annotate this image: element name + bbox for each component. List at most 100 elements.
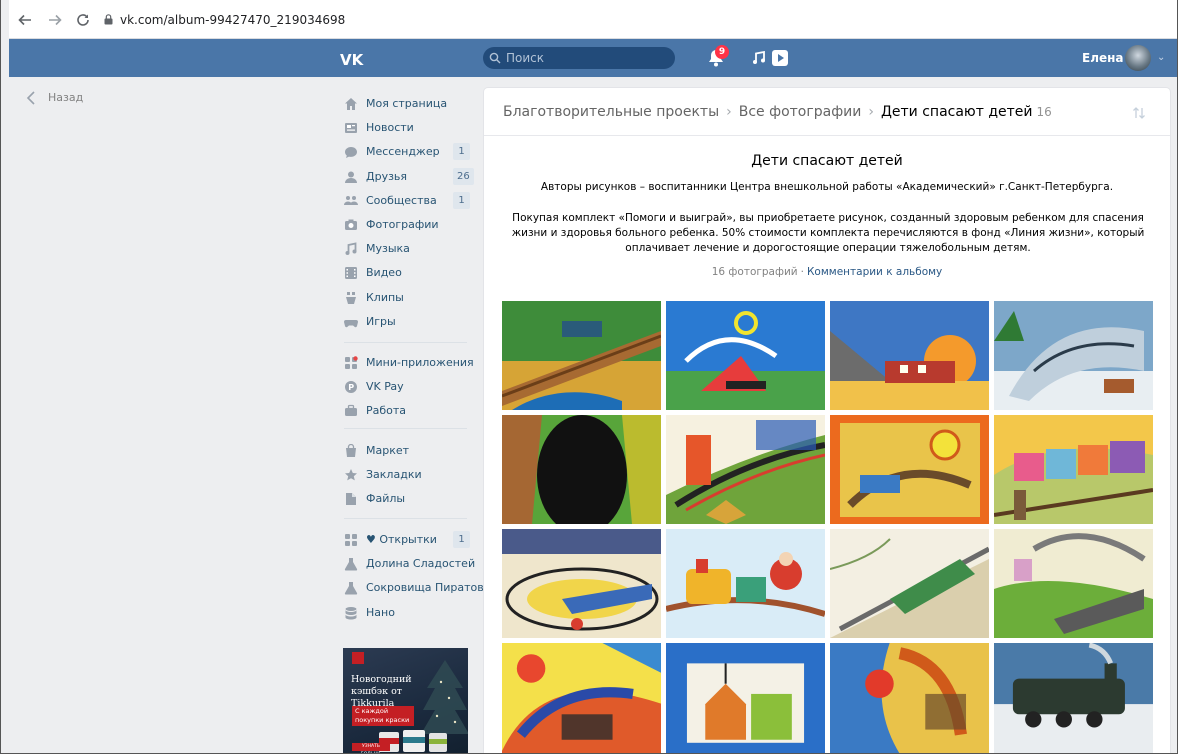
photo-thumbnail[interactable] — [666, 643, 825, 754]
ad-tag: С каждой покупки краски — [352, 706, 414, 726]
sidebar-item-camera-5[interactable]: Фотографии — [344, 215, 474, 235]
counter-badge: 1 — [453, 531, 470, 548]
photo-thumbnail[interactable] — [666, 529, 825, 638]
lock-icon — [104, 14, 113, 25]
menu-divider — [344, 518, 467, 519]
ad-banner[interactable]: Новогодний кэшбэк от Tikkurila С каждой … — [343, 648, 468, 754]
sidebar-item-work-2[interactable]: Работа — [344, 401, 474, 421]
sidebar-item-label: VK Pay — [366, 380, 404, 393]
database-icon — [344, 606, 358, 620]
svg-text:VK: VK — [340, 52, 365, 66]
back-link[interactable]: Назад — [48, 91, 83, 104]
photo-thumbnail[interactable] — [830, 643, 989, 754]
user-name[interactable]: Елена — [1082, 51, 1124, 65]
apps-icon — [344, 533, 358, 547]
sidebar-item-video-7[interactable]: Видео — [344, 263, 474, 283]
messenger-icon — [344, 145, 358, 159]
clips-icon — [344, 291, 358, 305]
photo-thumbnail[interactable] — [994, 301, 1153, 410]
reload-icon[interactable] — [76, 13, 90, 27]
sidebar-item-music-6[interactable]: Музыка — [344, 239, 474, 259]
sidebar-item-label: Мессенджер — [366, 145, 440, 158]
chevron-right-icon: › — [868, 104, 874, 120]
market-icon — [344, 443, 358, 458]
sidebar-item-label: Сообщества — [366, 194, 437, 207]
ad-button[interactable]: УЗНАТЬ БОЛЬШЕ — [352, 743, 390, 754]
sidebar-item-games-9[interactable]: Игры — [344, 312, 474, 332]
play-icon[interactable] — [771, 49, 789, 67]
photo-thumbnail[interactable] — [502, 415, 661, 524]
tikkurila-logo — [352, 652, 364, 664]
music-icon — [344, 242, 358, 256]
sidebar-item-news-1[interactable]: Новости — [344, 118, 474, 138]
camera-icon — [344, 218, 358, 232]
chevron-down-icon[interactable]: ⌄ — [1157, 52, 1165, 63]
sidebar-item-label: Сокровища Пиратов — [366, 581, 484, 594]
photo-thumbnail[interactable] — [994, 529, 1153, 638]
meta-separator: · — [800, 266, 804, 278]
file-icon — [344, 492, 358, 506]
sidebar-item-clips-8[interactable]: Клипы — [344, 288, 474, 308]
sidebar-item-label: Долина Сладостей — [366, 557, 476, 570]
counter-badge: 1 — [453, 143, 470, 160]
sidebar-item-file-2[interactable]: Файлы — [344, 489, 474, 509]
sidebar-item-apps-0[interactable]: Мини-приложения — [344, 353, 474, 373]
comments-link[interactable]: Комментарии к альбому — [807, 266, 942, 278]
address-bar[interactable]: vk.com/album-99427470_219034698 — [120, 13, 345, 27]
sidebar-item-friends-3[interactable]: Друзья 26 — [344, 167, 474, 187]
work-icon — [344, 404, 358, 418]
home-icon — [344, 97, 358, 111]
sidebar-item-label: Фотографии — [366, 218, 439, 231]
search-icon — [489, 52, 501, 64]
sidebar-item-messenger-2[interactable]: Мессенджер 1 — [344, 142, 474, 162]
sidebar-item-label: Моя страница — [366, 97, 448, 110]
sidebar-item-flask-2[interactable]: Сокровища Пиратов — [344, 578, 484, 598]
flask-icon — [344, 557, 358, 571]
avatar[interactable] — [1125, 45, 1151, 71]
photo-thumbnail[interactable] — [830, 301, 989, 410]
news-icon — [344, 121, 358, 135]
photo-thumbnail[interactable] — [994, 643, 1153, 754]
apps-icon — [344, 356, 358, 370]
sidebar-item-label: Новости — [366, 121, 414, 134]
sidebar-item-label: Музыка — [366, 242, 410, 255]
sort-icon[interactable] — [1132, 106, 1146, 120]
breadcrumb-count: 16 — [1036, 105, 1052, 119]
photo-thumbnail[interactable] — [666, 301, 825, 410]
photo-thumbnail[interactable] — [994, 415, 1153, 524]
music-icon[interactable] — [752, 50, 766, 65]
arrow-right-icon[interactable] — [48, 13, 62, 27]
sidebar-item-label: Видео — [366, 266, 402, 279]
photo-thumbnail[interactable] — [502, 301, 661, 410]
notification-badge: 9 — [715, 45, 729, 59]
album-description: Покупая комплект «Помоги и выиграй», вы … — [511, 212, 1145, 254]
sidebar-item-star-1[interactable]: Закладки — [344, 465, 474, 485]
photo-thumbnail[interactable] — [502, 529, 661, 638]
photo-thumbnail[interactable] — [502, 643, 661, 754]
sidebar-item-communities-4[interactable]: Сообщества 1 — [344, 191, 474, 211]
sidebar-item-database-3[interactable]: Нано — [344, 603, 474, 623]
photo-thumbnail[interactable] — [830, 529, 989, 638]
sidebar-item-home-0[interactable]: Моя страница — [344, 94, 474, 114]
album-subtitle: Авторы рисунков – воспитанники Центра вн… — [540, 181, 1114, 193]
album-meta: 16 фотографий · Комментарии к альбому — [484, 266, 1170, 278]
arrow-left-icon[interactable] — [18, 13, 32, 27]
divider — [484, 135, 1170, 136]
breadcrumb-projects[interactable]: Благотворительные проекты — [503, 104, 719, 120]
sidebar-item-label: Файлы — [366, 492, 406, 505]
ad-title: Новогодний кэшбэк от Tikkurila — [351, 674, 412, 709]
photo-thumbnail[interactable] — [666, 415, 825, 524]
breadcrumb-all-photos[interactable]: Все фотографии — [739, 104, 862, 120]
vkpay-icon: P — [344, 380, 358, 394]
sidebar-item-vkpay-1[interactable]: P VK Pay — [344, 377, 474, 397]
sidebar-item-market-0[interactable]: Маркет — [344, 441, 474, 461]
photo-thumbnail[interactable] — [830, 415, 989, 524]
vk-logo[interactable]: VK — [340, 51, 372, 69]
counter-badge: 1 — [453, 192, 470, 209]
sidebar-item-flask-1[interactable]: Долина Сладостей — [344, 554, 476, 574]
chevron-left-icon[interactable] — [26, 91, 36, 105]
sidebar-item-apps-0[interactable]: ♥ Открытки 1 — [344, 530, 474, 550]
sidebar-item-label: ♥ Открытки — [366, 533, 437, 546]
menu-divider — [344, 428, 467, 429]
sidebar-item-label: Друзья — [366, 170, 408, 183]
